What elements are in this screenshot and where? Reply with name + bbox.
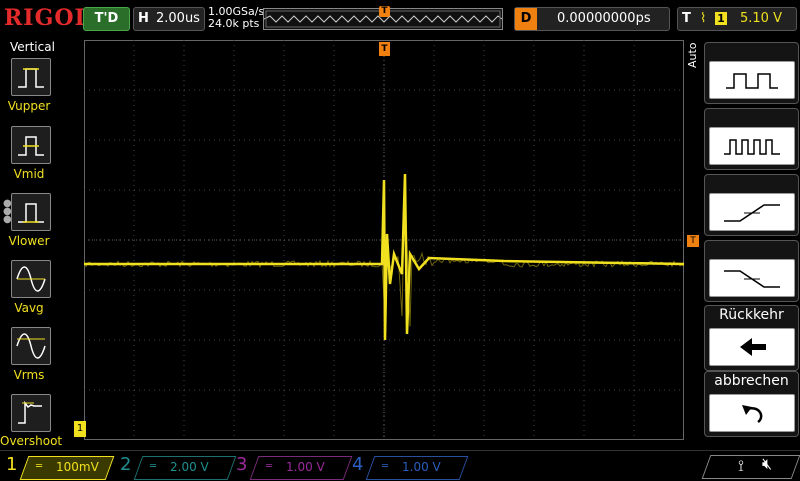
channel2-number: 2 bbox=[120, 454, 132, 475]
pulse-upper-icon bbox=[18, 68, 44, 88]
back-label: Rückkehr bbox=[719, 307, 784, 323]
overshoot-label: Overshoot bbox=[0, 434, 63, 448]
rising-edge-button[interactable] bbox=[709, 193, 795, 231]
cancel-menu-item[interactable]: abbrechen bbox=[704, 371, 799, 437]
channel4-scale: 1.00 V bbox=[402, 460, 441, 474]
vmid-button[interactable] bbox=[11, 126, 51, 164]
back-button[interactable] bbox=[709, 328, 795, 366]
pulse-lower-icon bbox=[18, 203, 44, 223]
channel1-tab[interactable]: 1 100mV ═ bbox=[6, 454, 115, 480]
channel1-ground-marker[interactable]: 1 bbox=[74, 421, 86, 437]
trigger-channel: 1 bbox=[715, 12, 727, 25]
timebase-value: 2.00us bbox=[156, 11, 200, 26]
page-indicator-dots: ●●● bbox=[3, 199, 12, 225]
dc-coupling-icon: ═ bbox=[150, 461, 157, 472]
trigger-level-marker[interactable]: T bbox=[687, 235, 699, 247]
dc-coupling-icon: ═ bbox=[382, 461, 389, 472]
vupper-button[interactable] bbox=[11, 58, 51, 96]
channel2-tab[interactable]: 2 2.00 V ═ bbox=[120, 454, 237, 480]
menu-slot-4[interactable] bbox=[704, 240, 799, 302]
channel3-tab[interactable]: 3 1.00 V ═ bbox=[236, 454, 353, 480]
delay-display[interactable]: D 0.00000000ps bbox=[514, 7, 670, 31]
square-wave-button[interactable] bbox=[709, 61, 795, 99]
waveform-display[interactable] bbox=[83, 40, 685, 440]
dc-coupling-icon: ═ bbox=[266, 461, 273, 472]
horizontal-key: H bbox=[138, 11, 149, 26]
rigol-logo: RIGOL bbox=[4, 5, 91, 31]
speaker-muted-icon[interactable]: 🔇︎ bbox=[762, 454, 772, 474]
pulse-train-button[interactable] bbox=[709, 127, 795, 165]
delay-value: 0.00000000ps bbox=[557, 11, 651, 26]
trigger-position-marker[interactable]: T bbox=[379, 42, 390, 56]
memory-trigger-marker: T bbox=[379, 6, 390, 17]
channel4-tab[interactable]: 4 1.00 V ═ bbox=[352, 454, 469, 480]
channel4-number: 4 bbox=[352, 454, 364, 475]
channel1-number: 1 bbox=[6, 454, 18, 475]
channel3-scale: 1.00 V bbox=[286, 460, 325, 474]
vrms-button[interactable] bbox=[11, 327, 51, 365]
rising-edge-icon bbox=[724, 204, 780, 222]
menu-slot-1[interactable] bbox=[704, 42, 799, 104]
vrms-label: Vrms bbox=[13, 368, 45, 382]
run-status-badge[interactable]: T'D bbox=[83, 7, 130, 31]
falling-edge-icon bbox=[724, 270, 780, 288]
pulse-mid-icon bbox=[18, 136, 44, 156]
measure-category-title: Vertical bbox=[10, 40, 55, 54]
graticule bbox=[83, 40, 685, 440]
delay-key: D bbox=[515, 8, 537, 30]
back-arrow-icon bbox=[740, 338, 766, 356]
channel1-scale: 100mV bbox=[56, 460, 99, 474]
undo-icon bbox=[742, 405, 763, 424]
falling-edge-button[interactable] bbox=[709, 259, 795, 297]
channel2-scale: 2.00 V bbox=[170, 460, 209, 474]
channel3-number: 3 bbox=[236, 454, 248, 475]
memory-depth: 24.0k pts bbox=[208, 17, 260, 30]
trigger-mode-label: Auto bbox=[686, 42, 699, 68]
falling-edge-icon: ⌇ bbox=[700, 11, 707, 26]
vlower-button[interactable] bbox=[11, 193, 51, 231]
overshoot-button[interactable] bbox=[11, 394, 51, 432]
channel1-waveform bbox=[84, 173, 685, 341]
system-status-box bbox=[701, 455, 800, 479]
cancel-button[interactable] bbox=[709, 394, 795, 432]
acquisition-info: 1.00GSa/s 24.0k pts bbox=[208, 6, 264, 30]
back-menu-item[interactable]: Rückkehr bbox=[704, 305, 799, 371]
overshoot-icon bbox=[18, 400, 42, 424]
usb-icon: ⟟ bbox=[738, 456, 744, 475]
vavg-label: Vavg bbox=[14, 301, 44, 315]
trigger-key: T bbox=[682, 11, 691, 26]
sine-rms-icon bbox=[16, 333, 46, 359]
vupper-label: Vupper bbox=[7, 99, 51, 113]
menu-slot-2[interactable] bbox=[704, 108, 799, 170]
vlower-label: Vlower bbox=[8, 234, 50, 248]
cancel-label: abbrechen bbox=[714, 373, 789, 389]
trigger-display[interactable]: T ⌇ 1 5.10 V bbox=[677, 7, 797, 31]
sine-avg-icon bbox=[16, 266, 46, 292]
menu-slot-3[interactable] bbox=[704, 174, 799, 236]
trigger-level: 5.10 V bbox=[740, 11, 782, 26]
dc-coupling-icon: ═ bbox=[36, 461, 43, 472]
square-wave-icon bbox=[726, 73, 778, 89]
pulse-train-icon bbox=[724, 139, 780, 155]
vavg-button[interactable] bbox=[11, 260, 51, 298]
horizontal-timebase[interactable]: H 2.00us bbox=[133, 7, 205, 31]
vmid-label: Vmid bbox=[13, 167, 45, 181]
